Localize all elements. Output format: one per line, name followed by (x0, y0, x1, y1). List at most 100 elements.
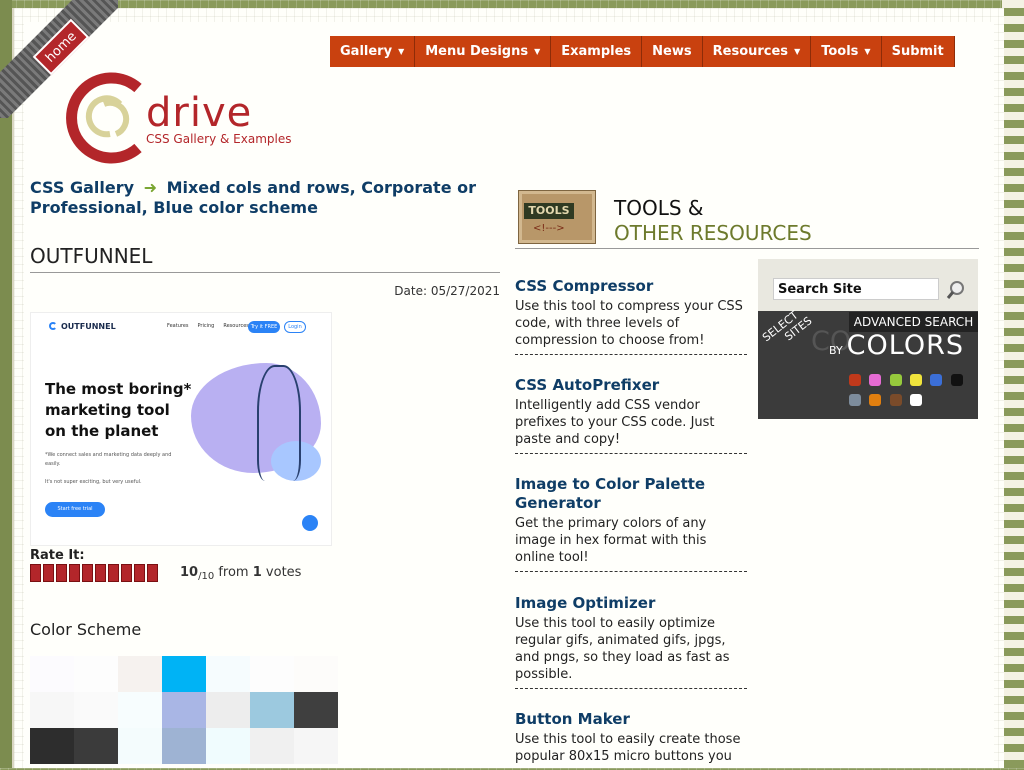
nav-item-tools[interactable]: Tools ▼ (811, 36, 882, 67)
color-filter-chip[interactable] (869, 394, 881, 406)
tool-name-link[interactable]: Image Optimizer (515, 594, 747, 613)
nav-item-label: Submit (891, 44, 944, 59)
tool-description: Intelligently add CSS vendor prefixes to… (515, 398, 715, 447)
color-swatch[interactable] (250, 656, 294, 692)
preview-links: Features Pricing Resources (167, 323, 258, 329)
color-swatch[interactable] (294, 692, 338, 728)
tools-divider (515, 248, 979, 249)
rating-star-1[interactable] (30, 564, 41, 582)
color-filter-chip[interactable] (910, 394, 922, 406)
color-swatch[interactable] (74, 656, 118, 692)
rating-star-3[interactable] (56, 564, 67, 582)
color-filter-chip[interactable] (951, 374, 963, 386)
preview-cta-button: Start free trial (45, 502, 105, 517)
tools-heading-line2: OTHER RESOURCES (614, 221, 812, 245)
preview-secondary-button: Login (284, 321, 306, 333)
rating-star-4[interactable] (69, 564, 80, 582)
color-swatch[interactable] (74, 728, 118, 764)
nav-item-resources[interactable]: Resources ▼ (703, 36, 812, 67)
color-swatch[interactable] (294, 728, 338, 764)
rating-star-10[interactable] (147, 564, 158, 582)
color-swatches (30, 656, 338, 764)
rating-star-7[interactable] (108, 564, 119, 582)
tool-description: Get the primary colors of any image in h… (515, 516, 707, 565)
right-rail (1002, 0, 1024, 768)
tool-name-link[interactable]: Image to Color Palette Generator (515, 475, 747, 513)
nav-item-label: Resources (712, 44, 789, 59)
preview-illustration-figure (257, 365, 301, 481)
preview-headline: The most boring* marketing tool on the p… (45, 380, 192, 440)
color-swatch[interactable] (206, 656, 250, 692)
tools-heading: TOOLS & OTHER RESOURCES (614, 196, 812, 246)
preview-chat-icon (302, 515, 318, 531)
color-filter-chip[interactable] (890, 394, 902, 406)
color-filter-chip[interactable] (849, 374, 861, 386)
color-swatch[interactable] (30, 728, 74, 764)
tool-item: Image Optimizer Use this tool to easily o… (515, 594, 747, 689)
advanced-search-link[interactable]: ADVANCED SEARCH (849, 312, 978, 332)
chevron-down-icon: ▼ (794, 47, 801, 56)
color-swatch[interactable] (162, 692, 206, 728)
site-screenshot[interactable]: OUTFUNNEL Features Pricing Resources Try i… (30, 312, 332, 546)
color-swatch[interactable] (250, 692, 294, 728)
by-colors-label: BY COLORS (829, 330, 964, 361)
main-nav: Gallery ▼ Menu Designs ▼ Examples News Resourc… (330, 36, 955, 67)
rating-star-2[interactable] (43, 564, 54, 582)
preview-primary-button: Try it FREE (248, 321, 280, 333)
search-input[interactable]: Search Site (773, 278, 939, 300)
color-swatch[interactable] (118, 728, 162, 764)
rating-stars (30, 564, 160, 582)
nav-item-examples[interactable]: Examples (551, 36, 643, 67)
rating-star-6[interactable] (95, 564, 106, 582)
color-swatch[interactable] (206, 692, 250, 728)
tools-badge-label: TOOLS (524, 203, 574, 219)
rating-star-9[interactable] (134, 564, 145, 582)
color-swatch[interactable] (294, 656, 338, 692)
nav-item-news[interactable]: News (642, 36, 703, 67)
color-scheme-title: Color Scheme (30, 620, 142, 639)
nav-item-submit[interactable]: Submit (882, 36, 955, 67)
color-filter-chip[interactable] (910, 374, 922, 386)
by-label: BY (829, 344, 843, 357)
nav-item-label: Gallery (340, 44, 393, 59)
tool-name-link[interactable]: CSS AutoPrefixer (515, 376, 747, 395)
color-swatch[interactable] (30, 692, 74, 728)
tool-description: Use this tool to compress your CSS code,… (515, 299, 743, 348)
color-swatch[interactable] (118, 656, 162, 692)
magnifier-icon[interactable] (946, 280, 966, 300)
tool-item: CSS Compressor Use this tool to compress … (515, 277, 747, 355)
preview-link: Pricing (197, 323, 215, 329)
rate-label: Rate It: (30, 548, 85, 563)
nav-item-label: Tools (821, 44, 859, 59)
color-filter-chip[interactable] (890, 374, 902, 386)
tool-name-link[interactable]: Button Maker (515, 710, 747, 729)
nav-item-menu-designs[interactable]: Menu Designs ▼ (415, 36, 552, 67)
color-filter-chip[interactable] (849, 394, 861, 406)
breadcrumb-root-link[interactable]: CSS Gallery (30, 178, 134, 197)
tool-description: Use this tool to easily optimize regular… (515, 616, 730, 682)
color-swatch[interactable] (162, 728, 206, 764)
nav-item-gallery[interactable]: Gallery ▼ (330, 36, 416, 67)
title-divider (30, 272, 500, 273)
preview-link: Features (167, 323, 189, 329)
color-swatch[interactable] (206, 728, 250, 764)
color-swatch[interactable] (118, 692, 162, 728)
tool-name-link[interactable]: CSS Compressor (515, 277, 747, 296)
tools-badge: TOOLS <!---> (518, 190, 596, 244)
rating-from: from (218, 565, 249, 580)
color-swatch[interactable] (30, 656, 74, 692)
color-swatch[interactable] (74, 692, 118, 728)
color-swatch[interactable] (250, 728, 294, 764)
nav-item-label: Examples (561, 44, 632, 59)
tool-item: Image to Color Palette Generator Get the … (515, 475, 747, 572)
breadcrumb-arrow-icon: ➜ (143, 178, 157, 197)
preview-logo: OUTFUNNEL (61, 322, 116, 331)
rating-star-5[interactable] (82, 564, 93, 582)
preview-body-2: It's not super exciting, but very useful… (45, 479, 142, 485)
color-filter-chip[interactable] (869, 374, 881, 386)
tool-item: CSS AutoPrefixer Intelligently add CSS ve… (515, 376, 747, 454)
rating-star-8[interactable] (121, 564, 132, 582)
color-swatch[interactable] (162, 656, 206, 692)
color-filter-chip[interactable] (930, 374, 942, 386)
rating-votes-word: votes (265, 565, 302, 580)
